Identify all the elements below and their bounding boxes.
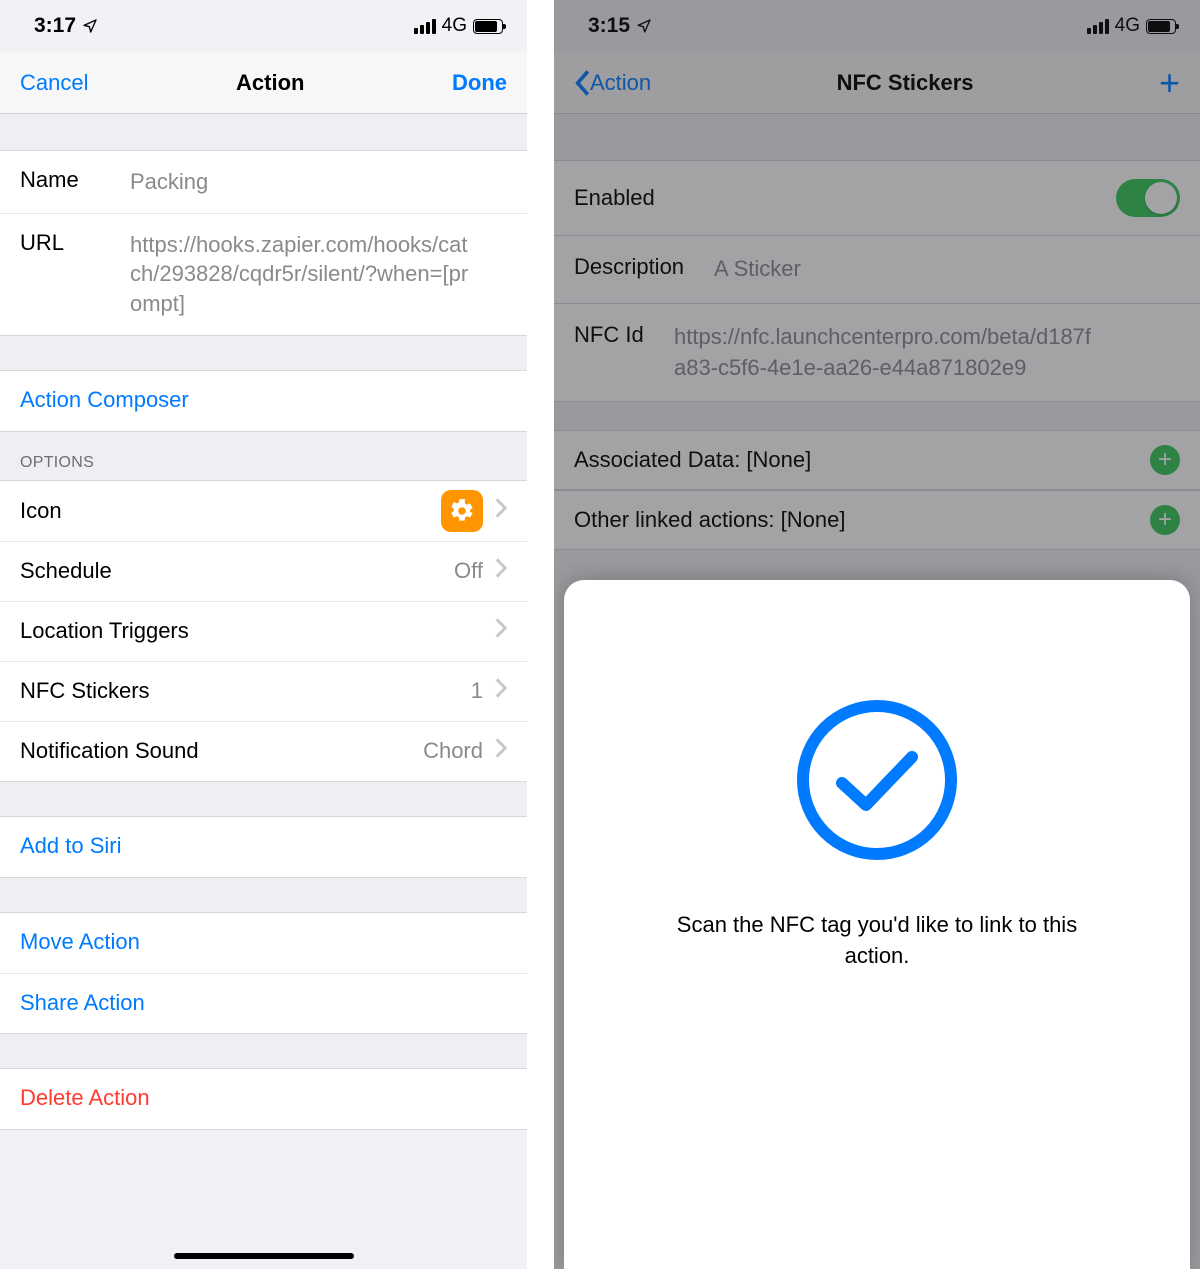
- chevron-right-icon: [495, 498, 507, 524]
- spacer: [0, 782, 527, 816]
- spacer: [0, 1034, 527, 1068]
- name-url-group: Name Packing URL https://hooks.zapier.co…: [0, 150, 527, 336]
- schedule-row[interactable]: Schedule Off: [0, 541, 527, 601]
- nfc-count: 1: [471, 678, 483, 704]
- name-value: Packing: [130, 167, 208, 197]
- url-value: https://hooks.zapier.com/hooks/catch/293…: [130, 230, 470, 319]
- battery-icon: [473, 19, 503, 34]
- chevron-right-icon: [495, 738, 507, 764]
- chevron-right-icon: [495, 678, 507, 704]
- delete-action-label: Delete Action: [20, 1085, 150, 1111]
- move-action-button[interactable]: Move Action: [0, 913, 527, 973]
- action-composer-label: Action Composer: [20, 387, 189, 413]
- spacer: [0, 114, 527, 150]
- gear-icon: [441, 490, 483, 532]
- sheet-instruction-text: Scan the NFC tag you'd like to link to t…: [667, 910, 1087, 972]
- image-gap: [527, 0, 554, 1269]
- url-label: URL: [20, 230, 130, 256]
- left-phone: 3:17 4G Cancel Action Done Name Packing …: [0, 0, 527, 1269]
- navbar: Cancel Action Done: [0, 52, 527, 114]
- right-phone: 3:15 4G Action NFC Stickers + Enabled De…: [554, 0, 1200, 1269]
- status-time: 3:17: [34, 14, 76, 38]
- nav-title: Action: [236, 70, 304, 96]
- icon-label: Icon: [20, 498, 62, 524]
- icon-row[interactable]: Icon: [0, 481, 527, 541]
- network-label: 4G: [442, 15, 467, 37]
- share-action-label: Share Action: [20, 990, 145, 1016]
- add-to-siri-label: Add to Siri: [20, 833, 122, 859]
- url-cell[interactable]: URL https://hooks.zapier.com/hooks/catch…: [0, 213, 527, 335]
- share-action-button[interactable]: Share Action: [0, 973, 527, 1033]
- move-action-label: Move Action: [20, 929, 140, 955]
- spacer: [0, 878, 527, 912]
- add-to-siri-button[interactable]: Add to Siri: [0, 817, 527, 877]
- notification-sound-row[interactable]: Notification Sound Chord: [0, 721, 527, 781]
- location-arrow-icon: [82, 18, 98, 34]
- action-composer-button[interactable]: Action Composer: [0, 371, 527, 431]
- options-header: OPTIONS: [0, 432, 527, 480]
- home-indicator: [174, 1253, 354, 1259]
- delete-action-button[interactable]: Delete Action: [0, 1069, 527, 1129]
- name-cell[interactable]: Name Packing: [0, 151, 527, 213]
- nfc-label: NFC Stickers: [20, 678, 150, 704]
- schedule-value: Off: [454, 558, 483, 584]
- location-triggers-row[interactable]: Location Triggers: [0, 601, 527, 661]
- name-label: Name: [20, 167, 130, 193]
- nfc-stickers-row[interactable]: NFC Stickers 1: [0, 661, 527, 721]
- nfc-scan-sheet: Scan the NFC tag you'd like to link to t…: [564, 580, 1190, 1269]
- checkmark-circle-icon: [797, 700, 957, 860]
- composer-group: Action Composer: [0, 370, 527, 432]
- status-bar: 3:17 4G: [0, 0, 527, 52]
- spacer: [0, 336, 527, 370]
- signal-icon: [414, 19, 436, 34]
- location-label: Location Triggers: [20, 618, 189, 644]
- schedule-label: Schedule: [20, 558, 112, 584]
- chevron-right-icon: [495, 558, 507, 584]
- sound-value: Chord: [423, 738, 483, 764]
- options-group: Icon Schedule Off Location Triggers NFC …: [0, 480, 527, 782]
- sound-label: Notification Sound: [20, 738, 199, 764]
- chevron-right-icon: [495, 618, 507, 644]
- done-button[interactable]: Done: [452, 70, 507, 96]
- cancel-button[interactable]: Cancel: [20, 70, 88, 96]
